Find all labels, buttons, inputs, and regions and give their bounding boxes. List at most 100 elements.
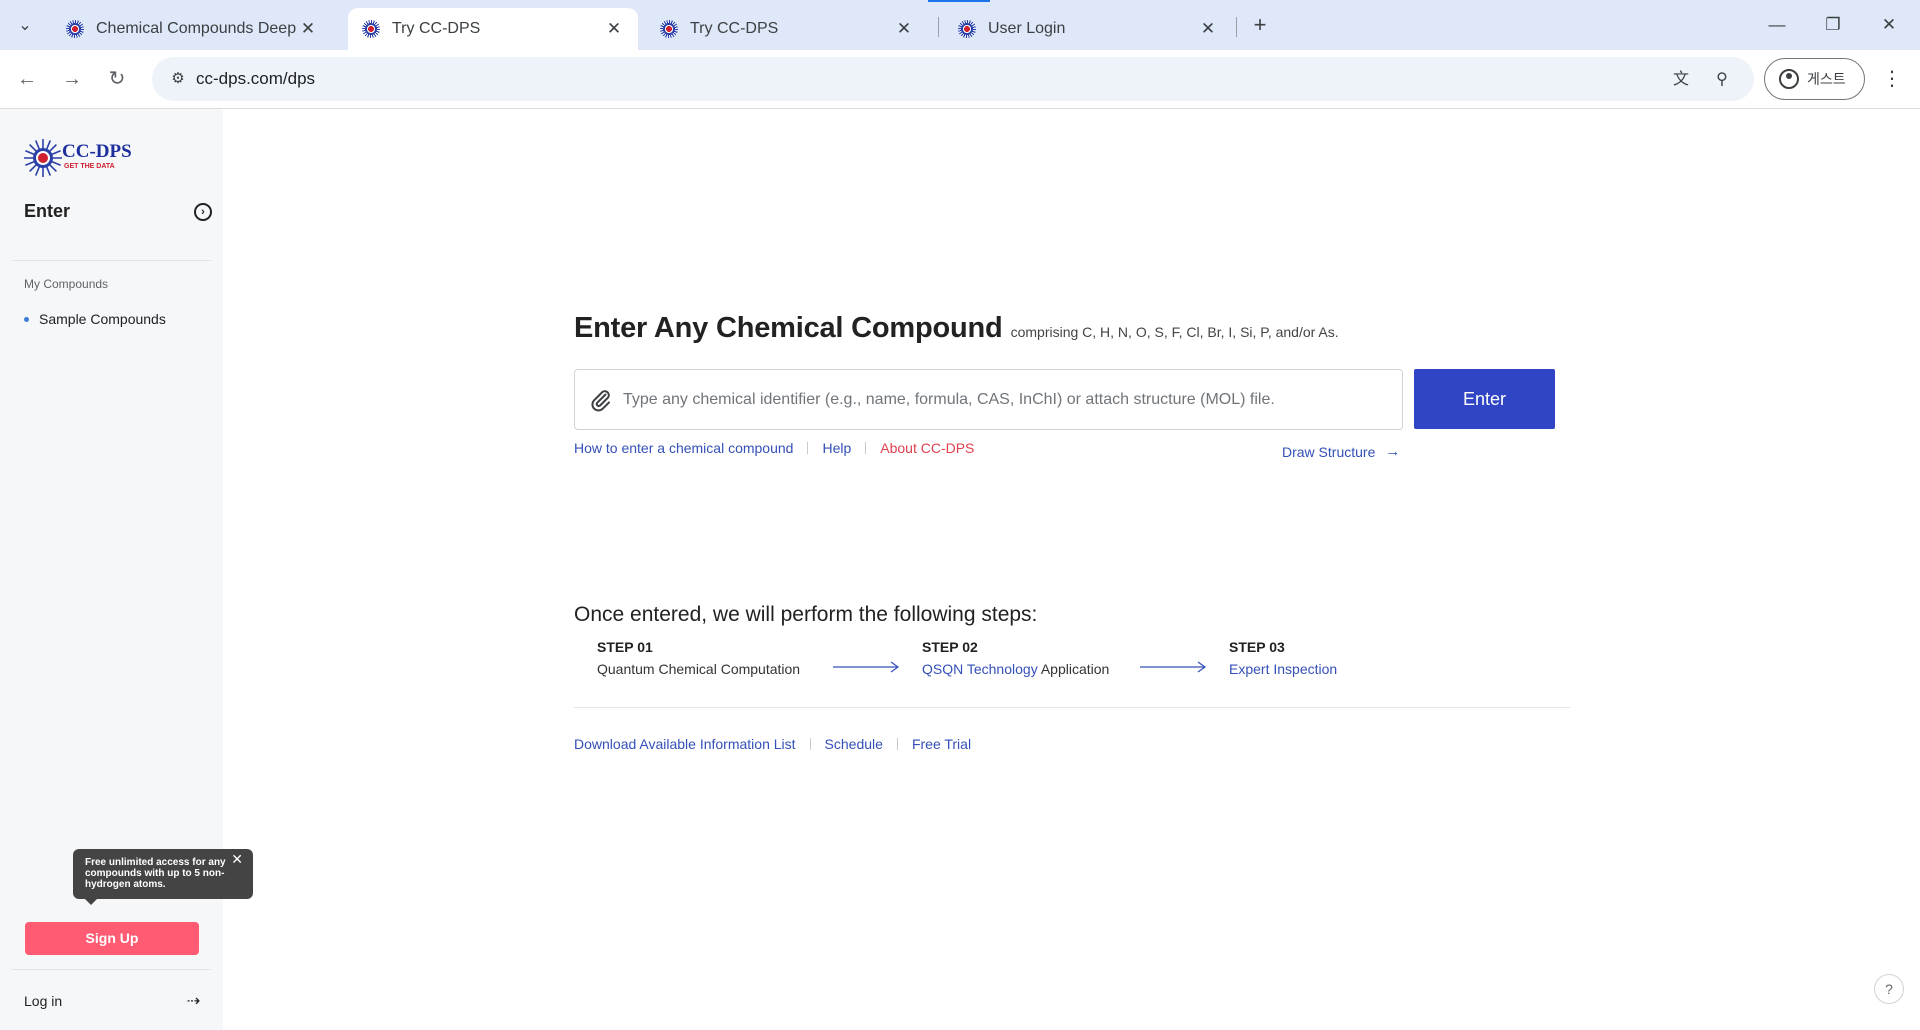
my-compounds-heading: My Compounds (24, 277, 109, 291)
restore-button[interactable]: ❐ (1810, 10, 1856, 40)
sidebar-enter-label: Enter (24, 201, 71, 221)
draw-structure-label: Draw Structure (1282, 443, 1376, 460)
step-01: STEP 01 Quantum Chemical Computation (597, 639, 800, 677)
login-icon: ⇢ (186, 993, 200, 1010)
log-in-label: Log in (24, 993, 63, 1009)
close-icon[interactable]: ✕ (298, 19, 318, 39)
url-text[interactable]: cc-dps.com/dps (196, 69, 315, 89)
enter-button[interactable]: Enter (1414, 369, 1555, 429)
main-content: Enter Any Chemical Compound comprising C… (223, 109, 1920, 1030)
arrow-right-icon: → (62, 68, 82, 90)
footer-links: Download Available Information List Sche… (574, 736, 971, 752)
cc-dps-favicon-icon (958, 20, 976, 38)
cc-dps-favicon-icon (362, 20, 380, 38)
step-name: QSQN Technology Application (922, 661, 1109, 677)
step-number: STEP 02 (922, 639, 978, 655)
page-content: CC-DPS GET THE DATA Enter › My Compounds… (0, 109, 1920, 1030)
section-divider (574, 707, 1570, 708)
tab-title: User Login (988, 20, 1066, 37)
reload-icon: ↻ (108, 68, 126, 90)
link-separator (809, 738, 811, 750)
tab-search-dropdown[interactable]: ⌄ (10, 11, 40, 39)
compound-search-box (574, 369, 1403, 430)
browser-tab-2-active[interactable]: Try CC-DPS ✕ (348, 8, 638, 50)
help-links: How to enter a chemical compound Help Ab… (574, 440, 974, 456)
draw-structure-link[interactable]: Draw Structure → (1282, 443, 1400, 460)
back-button[interactable]: ← (10, 62, 44, 96)
svg-text:CC-DPS: CC-DPS (62, 141, 132, 162)
zoom-icon[interactable]: ⚲ (1709, 67, 1735, 93)
browser-tab-4[interactable]: User Login ✕ (944, 8, 1232, 50)
link-separator (896, 738, 898, 750)
qsqn-technology-text: QSQN Technology (922, 661, 1038, 677)
how-to-enter-link[interactable]: How to enter a chemical compound (574, 440, 793, 456)
site-settings-icon[interactable]: ⚙ (166, 67, 190, 91)
free-trial-link[interactable]: Free Trial (912, 736, 971, 752)
browser-tab-3[interactable]: Try CC-DPS ✕ (646, 8, 928, 50)
step-name-rest: Application (1037, 661, 1110, 677)
plus-icon: + (1253, 12, 1267, 37)
step-arrow-icon (833, 661, 900, 673)
step-arrow-icon (1140, 661, 1207, 673)
page-subtitle: comprising C, H, N, O, S, F, Cl, Br, I, … (1010, 324, 1339, 340)
cc-dps-logo[interactable]: CC-DPS GET THE DATA (24, 137, 154, 179)
sidebar-item-sample-compounds[interactable]: Sample Compounds (24, 311, 166, 327)
step-02: STEP 02 QSQN Technology Application (922, 639, 1109, 677)
tab-loading-indicator (928, 0, 990, 2)
sidebar: CC-DPS GET THE DATA Enter › My Compounds… (0, 109, 253, 1030)
tooltip-text: Free unlimited access for any compounds … (85, 857, 226, 890)
tab-separator (938, 17, 939, 37)
page-title: Enter Any Chemical Compound (574, 312, 1003, 344)
profile-label: 게스트 (1807, 71, 1846, 87)
account-circle-icon (1779, 69, 1799, 89)
log-in-button[interactable]: Log in ⇢ (24, 991, 200, 1011)
window-close-button[interactable]: ✕ (1866, 10, 1912, 40)
cc-dps-favicon-icon (660, 20, 678, 38)
browser-tab-1[interactable]: Chemical Compounds Deep P ✕ (52, 8, 332, 50)
help-floating-button[interactable]: ? (1874, 974, 1904, 1004)
help-link[interactable]: Help (822, 440, 851, 456)
arrow-right-icon: → (1385, 443, 1401, 460)
tab-title: Try CC-DPS (392, 20, 481, 37)
step-number: STEP 03 (1229, 639, 1285, 655)
minimize-button[interactable]: — (1754, 10, 1800, 40)
step-03: STEP 03 Expert Inspection (1229, 639, 1337, 677)
tab-title: Chemical Compounds Deep P (96, 20, 298, 37)
translate-icon[interactable]: 文 (1668, 67, 1694, 93)
step-number: STEP 01 (597, 639, 653, 655)
new-tab-button[interactable]: + (1246, 12, 1274, 40)
paperclip-icon[interactable] (589, 388, 613, 412)
close-icon[interactable]: ✕ (894, 19, 914, 39)
circle-arrow-right-icon: › (194, 202, 212, 221)
sidebar-divider (12, 260, 211, 261)
tab-strip: ⌄ Chemical Compounds Deep P ✕ Try CC-DPS… (0, 0, 1920, 50)
schedule-link[interactable]: Schedule (825, 736, 883, 752)
about-cc-dps-link[interactable]: About CC-DPS (880, 440, 974, 456)
sidebar-item-label: Sample Compounds (39, 311, 166, 327)
close-icon[interactable]: ✕ (604, 19, 624, 39)
steps-heading: Once entered, we will perform the follow… (574, 603, 1038, 626)
arrow-left-icon: ← (17, 68, 37, 90)
close-icon[interactable]: ✕ (1198, 19, 1218, 39)
chevron-down-icon: ⌄ (18, 17, 32, 34)
forward-button[interactable]: → (55, 62, 89, 96)
profile-button[interactable]: 게스트 (1764, 58, 1865, 100)
step-name: Expert Inspection (1229, 661, 1338, 677)
compound-search-input[interactable] (623, 370, 1393, 429)
reload-button[interactable]: ↻ (100, 62, 134, 96)
browser-menu-button[interactable]: ⋮ (1880, 62, 1904, 96)
headline-row: Enter Any Chemical Compound comprising C… (574, 312, 1339, 345)
svg-text:GET THE DATA: GET THE DATA (64, 163, 115, 170)
link-separator (865, 442, 867, 454)
more-vert-icon: ⋮ (1882, 68, 1902, 90)
browser-toolbar: ← → ↻ ⚙ cc-dps.com/dps 文 ⚲ 게스트 ⋮ (0, 50, 1920, 109)
tab-title: Try CC-DPS (690, 20, 779, 37)
bullet-dot-icon (24, 316, 29, 322)
link-separator (807, 442, 809, 454)
download-info-list-link[interactable]: Download Available Information List (574, 736, 796, 752)
step-name: Quantum Chemical Computation (597, 661, 801, 677)
sign-up-button[interactable]: Sign Up (25, 922, 199, 955)
sidebar-enter-item[interactable]: Enter › (24, 201, 212, 222)
address-bar[interactable]: ⚙ cc-dps.com/dps 文 ⚲ (152, 57, 1754, 101)
cc-dps-favicon-icon (66, 20, 84, 38)
